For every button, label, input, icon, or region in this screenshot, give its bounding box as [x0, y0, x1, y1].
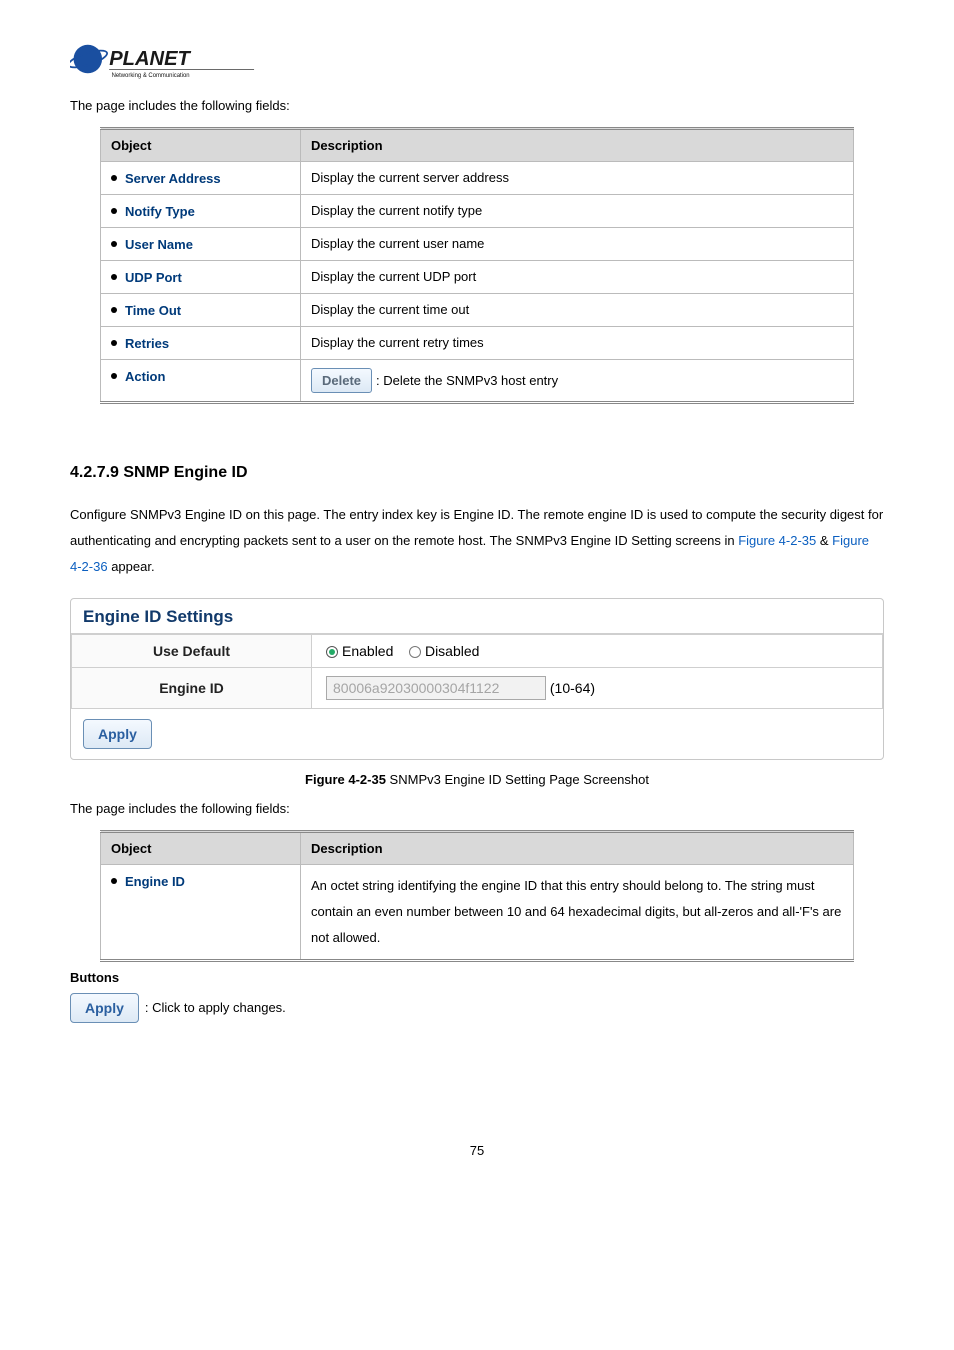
engine-id-input[interactable] — [326, 676, 546, 700]
fields-table-1: Object Description Server Address Displa… — [100, 127, 854, 404]
table-row: User Name Display the current user name — [101, 227, 854, 260]
table-row: Time Out Display the current time out — [101, 293, 854, 326]
delete-button[interactable]: Delete — [311, 368, 372, 393]
apply-button[interactable]: Apply — [70, 993, 139, 1023]
table-row: Engine ID An octet string identifying th… — [101, 864, 854, 960]
table-row: Notify Type Display the current notify t… — [101, 194, 854, 227]
radio-enabled-label: Enabled — [342, 643, 393, 659]
intro-text-1: The page includes the following fields: — [70, 98, 884, 113]
intro-text-2: The page includes the following fields: — [70, 801, 884, 816]
col-object: Object — [101, 128, 301, 161]
section-heading: 4.2.7.9 SNMP Engine ID — [70, 464, 884, 482]
radio-disabled[interactable] — [409, 646, 421, 658]
radio-disabled-label: Disabled — [425, 643, 479, 659]
engine-id-settings-panel: Engine ID Settings Use Default Enabled D… — [70, 598, 884, 760]
delete-desc: : Delete the SNMPv3 host entry — [376, 373, 558, 388]
col-description: Description — [301, 128, 854, 161]
use-default-row: Use Default Enabled Disabled — [72, 634, 883, 667]
fields-table-2: Object Description Engine ID An octet st… — [100, 830, 854, 962]
engine-id-hint: (10-64) — [550, 680, 595, 696]
svg-text:PLANET: PLANET — [109, 48, 191, 70]
page-number: 75 — [70, 1143, 884, 1188]
svg-text:Networking & Communication: Networking & Communication — [112, 73, 190, 79]
buttons-heading: Buttons — [70, 970, 884, 985]
apply-button[interactable]: Apply — [83, 719, 152, 749]
table-row: Retries Display the current retry times — [101, 326, 854, 359]
table-row: Server Address Display the current serve… — [101, 161, 854, 194]
figure-link-35[interactable]: Figure 4-2-35 — [738, 533, 816, 548]
planet-logo-icon: PLANET Networking & Communication — [70, 40, 260, 88]
col-object: Object — [101, 831, 301, 864]
col-description: Description — [301, 831, 854, 864]
figure-caption: Figure 4-2-35 SNMPv3 Engine ID Setting P… — [70, 772, 884, 787]
engine-panel-header: Engine ID Settings — [71, 599, 883, 634]
section-body: Configure SNMPv3 Engine ID on this page.… — [70, 502, 884, 580]
table-row: UDP Port Display the current UDP port — [101, 260, 854, 293]
engine-id-label: Engine ID — [72, 667, 312, 708]
radio-enabled[interactable] — [326, 646, 338, 658]
apply-button-desc: : Click to apply changes. — [145, 1000, 286, 1015]
use-default-label: Use Default — [72, 634, 312, 667]
engine-id-row: Engine ID (10-64) — [72, 667, 883, 708]
table-row: Action Delete: Delete the SNMPv3 host en… — [101, 359, 854, 402]
brand-logo: PLANET Networking & Communication — [70, 40, 884, 88]
